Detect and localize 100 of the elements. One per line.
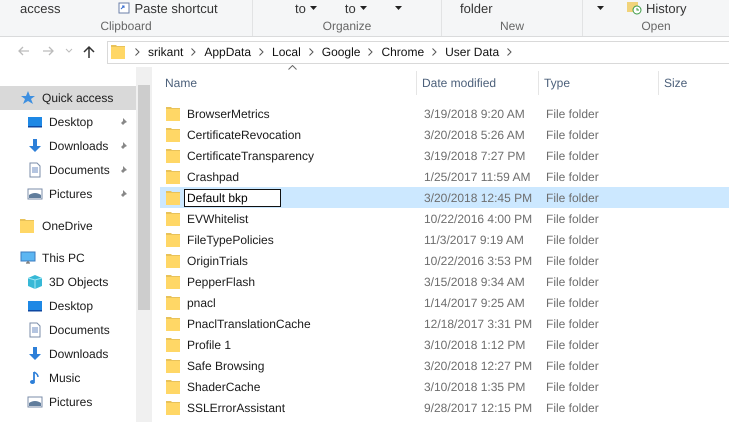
type-cell-text: File folder	[545, 106, 600, 120]
chevron-icon	[432, 48, 438, 56]
type-cell-text: File folder	[545, 316, 600, 330]
sidebar-item[interactable]: This PC	[0, 246, 136, 270]
document-icon	[27, 322, 43, 338]
type-cell-text: File folder	[545, 212, 600, 226]
file-name: Safe Browsing	[187, 358, 264, 372]
type-cell-text: File folder	[545, 148, 600, 162]
file-row[interactable]: CertificateTransparency 3/19/2018 7:27 PM File folder	[160, 145, 729, 166]
type-cell-text: File folder	[545, 254, 600, 268]
group-label: Open	[641, 18, 671, 35]
date-cell-text: 12/18/2017 3:31 PM	[423, 316, 534, 330]
ribbon-button[interactable]: Paste shortcut	[116, 0, 220, 16]
sort-caret-icon	[288, 65, 297, 70]
sidebar-item[interactable]: Desktop	[0, 110, 136, 134]
column-header[interactable]: Type	[538, 71, 658, 95]
breadcrumb[interactable]: Chrome	[381, 45, 424, 59]
file-row[interactable]: EVWhitelist 10/22/2016 4:00 PM File folder	[160, 208, 729, 229]
sidebar-item[interactable]: Quick access	[0, 86, 136, 110]
download-icon	[27, 138, 43, 154]
folder-icon	[166, 358, 180, 374]
breadcrumb[interactable]: srikant	[148, 45, 184, 59]
date-cell-text: 3/20/2018 5:26 AM	[423, 128, 526, 142]
sidebar-item[interactable]: Downloads	[0, 342, 136, 366]
scrollbar[interactable]	[136, 67, 152, 422]
ribbon-button[interactable]: to	[293, 0, 319, 16]
file-row[interactable]: Default bkp 3/20/2018 12:45 PM File folder	[160, 187, 729, 208]
column-header[interactable]: Size	[658, 71, 729, 95]
cube-icon	[27, 274, 43, 290]
caret-icon	[597, 6, 604, 10]
date-cell-text: 10/22/2016 4:00 PM	[423, 212, 534, 226]
sidebar-item[interactable]: Music	[0, 366, 136, 390]
chevron-icon	[135, 48, 140, 56]
sidebar-item[interactable]: Downloads	[0, 134, 136, 158]
file-row[interactable]: PnaclTranslationCache 12/18/2017 3:31 PM File folder	[160, 313, 729, 334]
sidebar-item[interactable]: Documents	[0, 318, 136, 342]
document-icon	[27, 162, 43, 178]
ribbon-button[interactable]: folder	[458, 0, 495, 16]
caret-icon	[360, 6, 367, 10]
type-cell-text: File folder	[545, 190, 600, 204]
breadcrumb[interactable]: Google	[322, 45, 360, 59]
file-row[interactable]: ShaderCache 3/10/2018 1:35 PM File folder	[160, 376, 729, 397]
folder-icon	[166, 126, 180, 142]
file-row[interactable]: OriginTrials 10/22/2016 3:53 PM File folder	[160, 250, 729, 271]
file-row[interactable]: FileTypePolicies 11/3/2017 9:19 AM File folder	[160, 229, 729, 250]
ribbon-button[interactable]: to	[342, 0, 369, 16]
folder-icon	[111, 44, 125, 60]
sidebar-item[interactable]: Desktop	[0, 294, 136, 318]
date-cell-text: 3/20/2018 12:45 PM	[423, 190, 534, 204]
file-row[interactable]: CertificateRevocation 3/20/2018 5:26 AM File folder	[160, 124, 729, 145]
folder-icon	[166, 294, 180, 310]
date-cell-text: 3/20/2018 12:27 PM	[423, 358, 534, 372]
file-row[interactable]: Crashpad 1/25/2017 11:59 AM File folder	[160, 166, 729, 187]
file-name: Profile 1	[187, 338, 232, 352]
type-cell-text: File folder	[545, 232, 600, 246]
address-bar[interactable]: srikant AppData Local Google Chrome User Data	[107, 40, 729, 64]
type-cell-text: File folder	[545, 338, 600, 352]
breadcrumb[interactable]: User Data	[445, 45, 500, 59]
date-cell-text: 3/10/2018 1:12 PM	[423, 338, 526, 352]
folder-icon	[20, 218, 36, 234]
folder-icon	[166, 232, 180, 248]
file-row[interactable]: SSLErrorAssistant 9/28/2017 12:15 PM File folder	[160, 397, 729, 418]
sidebar-item[interactable]: Documents	[0, 158, 136, 182]
date-cell-text: 10/22/2016 3:53 PM	[423, 254, 534, 268]
breadcrumb[interactable]: AppData	[204, 45, 252, 59]
sidebar-item[interactable]: 3D Objects	[0, 270, 136, 294]
chevron-icon	[191, 48, 196, 56]
file-name: PnaclTranslationCache	[187, 316, 311, 330]
picture-icon	[27, 186, 43, 202]
folder-icon	[166, 148, 180, 164]
desktop-icon	[27, 114, 43, 130]
ribbon-button[interactable]: History	[624, 0, 688, 16]
file-row[interactable]: PepperFlash 3/15/2018 9:34 AM File folder	[160, 271, 729, 292]
file-row[interactable]: Safe Browsing 3/20/2018 12:27 PM File folder	[160, 355, 729, 376]
folder-icon	[166, 168, 180, 184]
column-header[interactable]: Name	[160, 71, 416, 95]
computer-icon	[20, 250, 36, 266]
scrollbar-thumb[interactable]	[138, 85, 150, 310]
date-cell-text: 11/3/2017 9:19 AM	[423, 232, 525, 246]
rename-field[interactable]: Default bkp	[184, 188, 281, 206]
file-row[interactable]: BrowserMetrics 3/19/2018 9:20 AM File folder	[160, 103, 729, 124]
breadcrumb[interactable]: Local	[272, 45, 301, 59]
type-cell-text: File folder	[545, 170, 600, 184]
folder-icon	[166, 316, 180, 332]
file-name: CertificateRevocation	[187, 128, 302, 142]
folder-icon	[166, 336, 180, 352]
column-header[interactable]: Date modified	[416, 71, 538, 95]
file-name: OriginTrials	[187, 254, 248, 268]
file-name: pnacl	[187, 296, 216, 310]
sidebar-item[interactable]: Pictures	[0, 390, 136, 414]
file-name: CertificateTransparency	[187, 148, 314, 162]
chevron-icon	[259, 48, 264, 56]
picture-icon	[27, 394, 43, 410]
ribbon-button[interactable]: access	[18, 0, 62, 16]
file-row[interactable]: pnacl 1/14/2017 9:25 AM File folder	[160, 292, 729, 313]
file-row[interactable]: Profile 1 3/10/2018 1:12 PM File folder	[160, 334, 729, 355]
chevron-icon	[507, 48, 512, 56]
caret-icon	[310, 6, 317, 10]
sidebar-item[interactable]: Pictures	[0, 182, 136, 206]
sidebar-item[interactable]: OneDrive	[0, 214, 136, 238]
